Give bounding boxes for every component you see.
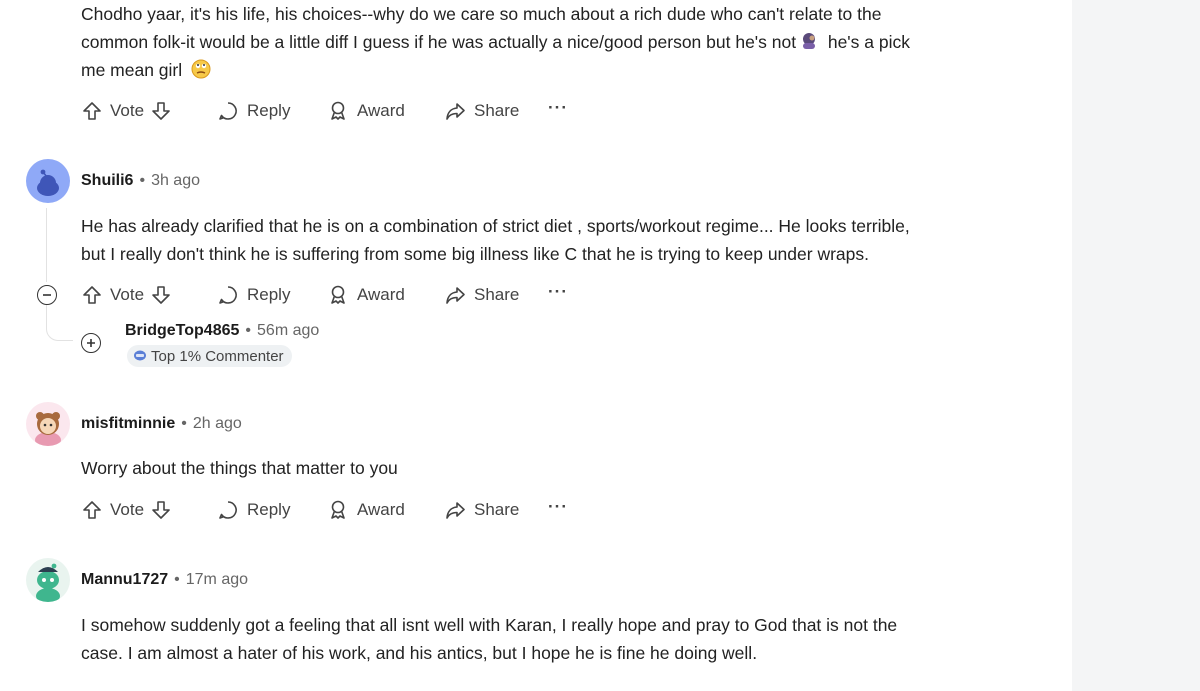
comment-action-bar: Vote Reply Award Share ··· [81, 497, 568, 523]
comment-line: He has already clarified that he is on a… [81, 216, 910, 236]
minus-icon [43, 294, 51, 296]
downvote-icon[interactable] [150, 100, 172, 122]
award-icon [327, 499, 349, 521]
comment-line: me mean girl [81, 56, 910, 84]
vote-group: Vote [81, 499, 209, 521]
comment-meta: Mannu1727 • 17m ago [81, 571, 248, 589]
speech-badge-icon [133, 349, 147, 363]
thread-line[interactable] [46, 208, 47, 282]
vote-label: Vote [110, 101, 145, 120]
avatar[interactable] [26, 159, 70, 203]
share-icon [444, 499, 466, 521]
speech-bubble-icon [217, 284, 239, 306]
snoo-avatar-icon [37, 169, 59, 196]
award-label: Award [357, 101, 405, 120]
username[interactable]: Mannu1727 [81, 571, 168, 589]
girl-avatar-icon [35, 412, 61, 446]
vote-group: Vote [81, 284, 209, 306]
comment-line: Chodho yaar, it's his life, his choices-… [81, 4, 882, 24]
comment-line-text: common folk-it would be a little diff I … [81, 32, 797, 52]
timestamp[interactable]: 2h ago [193, 415, 242, 433]
username[interactable]: Shuili6 [81, 172, 133, 190]
badge-label: Top 1% Commenter [151, 347, 284, 365]
reply-label: Reply [247, 500, 291, 519]
award-label: Award [357, 285, 405, 304]
expand-thread-button[interactable] [81, 333, 101, 353]
comment-body: I somehow suddenly got a feeling that al… [81, 611, 897, 667]
comment-line: Worry about the things that matter to yo… [81, 458, 398, 478]
meta-separator: • [245, 322, 252, 339]
upvote-icon[interactable] [81, 499, 103, 521]
comment-line-text-tail: he's a pick [827, 32, 910, 52]
downvote-icon[interactable] [150, 284, 172, 306]
reply-button[interactable]: Reply [209, 100, 319, 122]
comment-meta: misfitminnie • 2h ago [81, 415, 242, 433]
timestamp[interactable]: 3h ago [151, 172, 200, 190]
award-button[interactable]: Award [319, 499, 436, 521]
award-label: Award [357, 500, 405, 519]
facepalm-emoji-icon [799, 31, 819, 51]
share-icon [444, 100, 466, 122]
reply-label: Reply [247, 101, 291, 120]
comment-line: I somehow suddenly got a feeling that al… [81, 615, 898, 635]
username[interactable]: misfitminnie [81, 415, 175, 433]
thread-line-branch [46, 304, 73, 341]
avatar[interactable] [26, 558, 70, 602]
collapse-thread-button[interactable] [37, 285, 57, 305]
comment-line: case. I am almost a hater of his work, a… [81, 643, 758, 663]
snoo-avatar-icon [36, 563, 60, 602]
meta-separator: • [139, 172, 146, 189]
speech-bubble-icon [217, 499, 239, 521]
speech-bubble-icon [217, 100, 239, 122]
meta-separator: • [174, 571, 180, 588]
award-button[interactable]: Award [319, 284, 436, 306]
avatar[interactable] [26, 402, 70, 446]
comment-body: Chodho yaar, it's his life, his choices-… [81, 0, 910, 84]
vote-label: Vote [110, 500, 145, 519]
share-button[interactable]: Share [436, 499, 548, 521]
share-button[interactable]: Share [436, 100, 548, 122]
downvote-icon[interactable] [150, 499, 172, 521]
upvote-icon[interactable] [81, 100, 103, 122]
plus-icon [87, 339, 95, 347]
comment-line: common folk-it would be a little diff I … [81, 28, 910, 56]
eye-roll-emoji-icon [191, 59, 211, 79]
award-icon [327, 100, 349, 122]
username[interactable]: BridgeTop4865 [125, 322, 239, 340]
share-button[interactable]: Share [436, 284, 548, 306]
comment-action-bar: Vote Reply Award Share ··· [81, 282, 568, 308]
comment-meta: BridgeTop4865 • 56m ago [125, 322, 319, 340]
more-options-button[interactable]: ··· [548, 98, 568, 118]
more-options-button[interactable]: ··· [548, 497, 568, 517]
reply-button[interactable]: Reply [209, 284, 319, 306]
more-options-button[interactable]: ··· [548, 282, 568, 302]
award-icon [327, 284, 349, 306]
vote-group: Vote [81, 100, 209, 122]
award-button[interactable]: Award [319, 100, 436, 122]
comment-line: but I really don't think he is suffering… [81, 244, 869, 264]
comment-body: He has already clarified that he is on a… [81, 212, 910, 268]
share-label: Share [474, 500, 520, 519]
timestamp[interactable]: 56m ago [257, 322, 319, 340]
right-side-panel [1072, 0, 1200, 691]
comment-meta: Shuili6 • 3h ago [81, 172, 200, 190]
commenter-badge: Top 1% Commenter [127, 345, 292, 367]
comment-action-bar: Vote Reply Award Share ··· [81, 98, 568, 124]
upvote-icon[interactable] [81, 284, 103, 306]
comment-body: Worry about the things that matter to yo… [81, 454, 398, 482]
share-label: Share [474, 101, 520, 120]
comment-line-text: me mean girl [81, 60, 183, 80]
reply-button[interactable]: Reply [209, 499, 319, 521]
meta-separator: • [181, 415, 187, 432]
reply-label: Reply [247, 285, 291, 304]
vote-label: Vote [110, 285, 145, 304]
share-icon [444, 284, 466, 306]
timestamp[interactable]: 17m ago [186, 571, 248, 589]
share-label: Share [474, 285, 520, 304]
